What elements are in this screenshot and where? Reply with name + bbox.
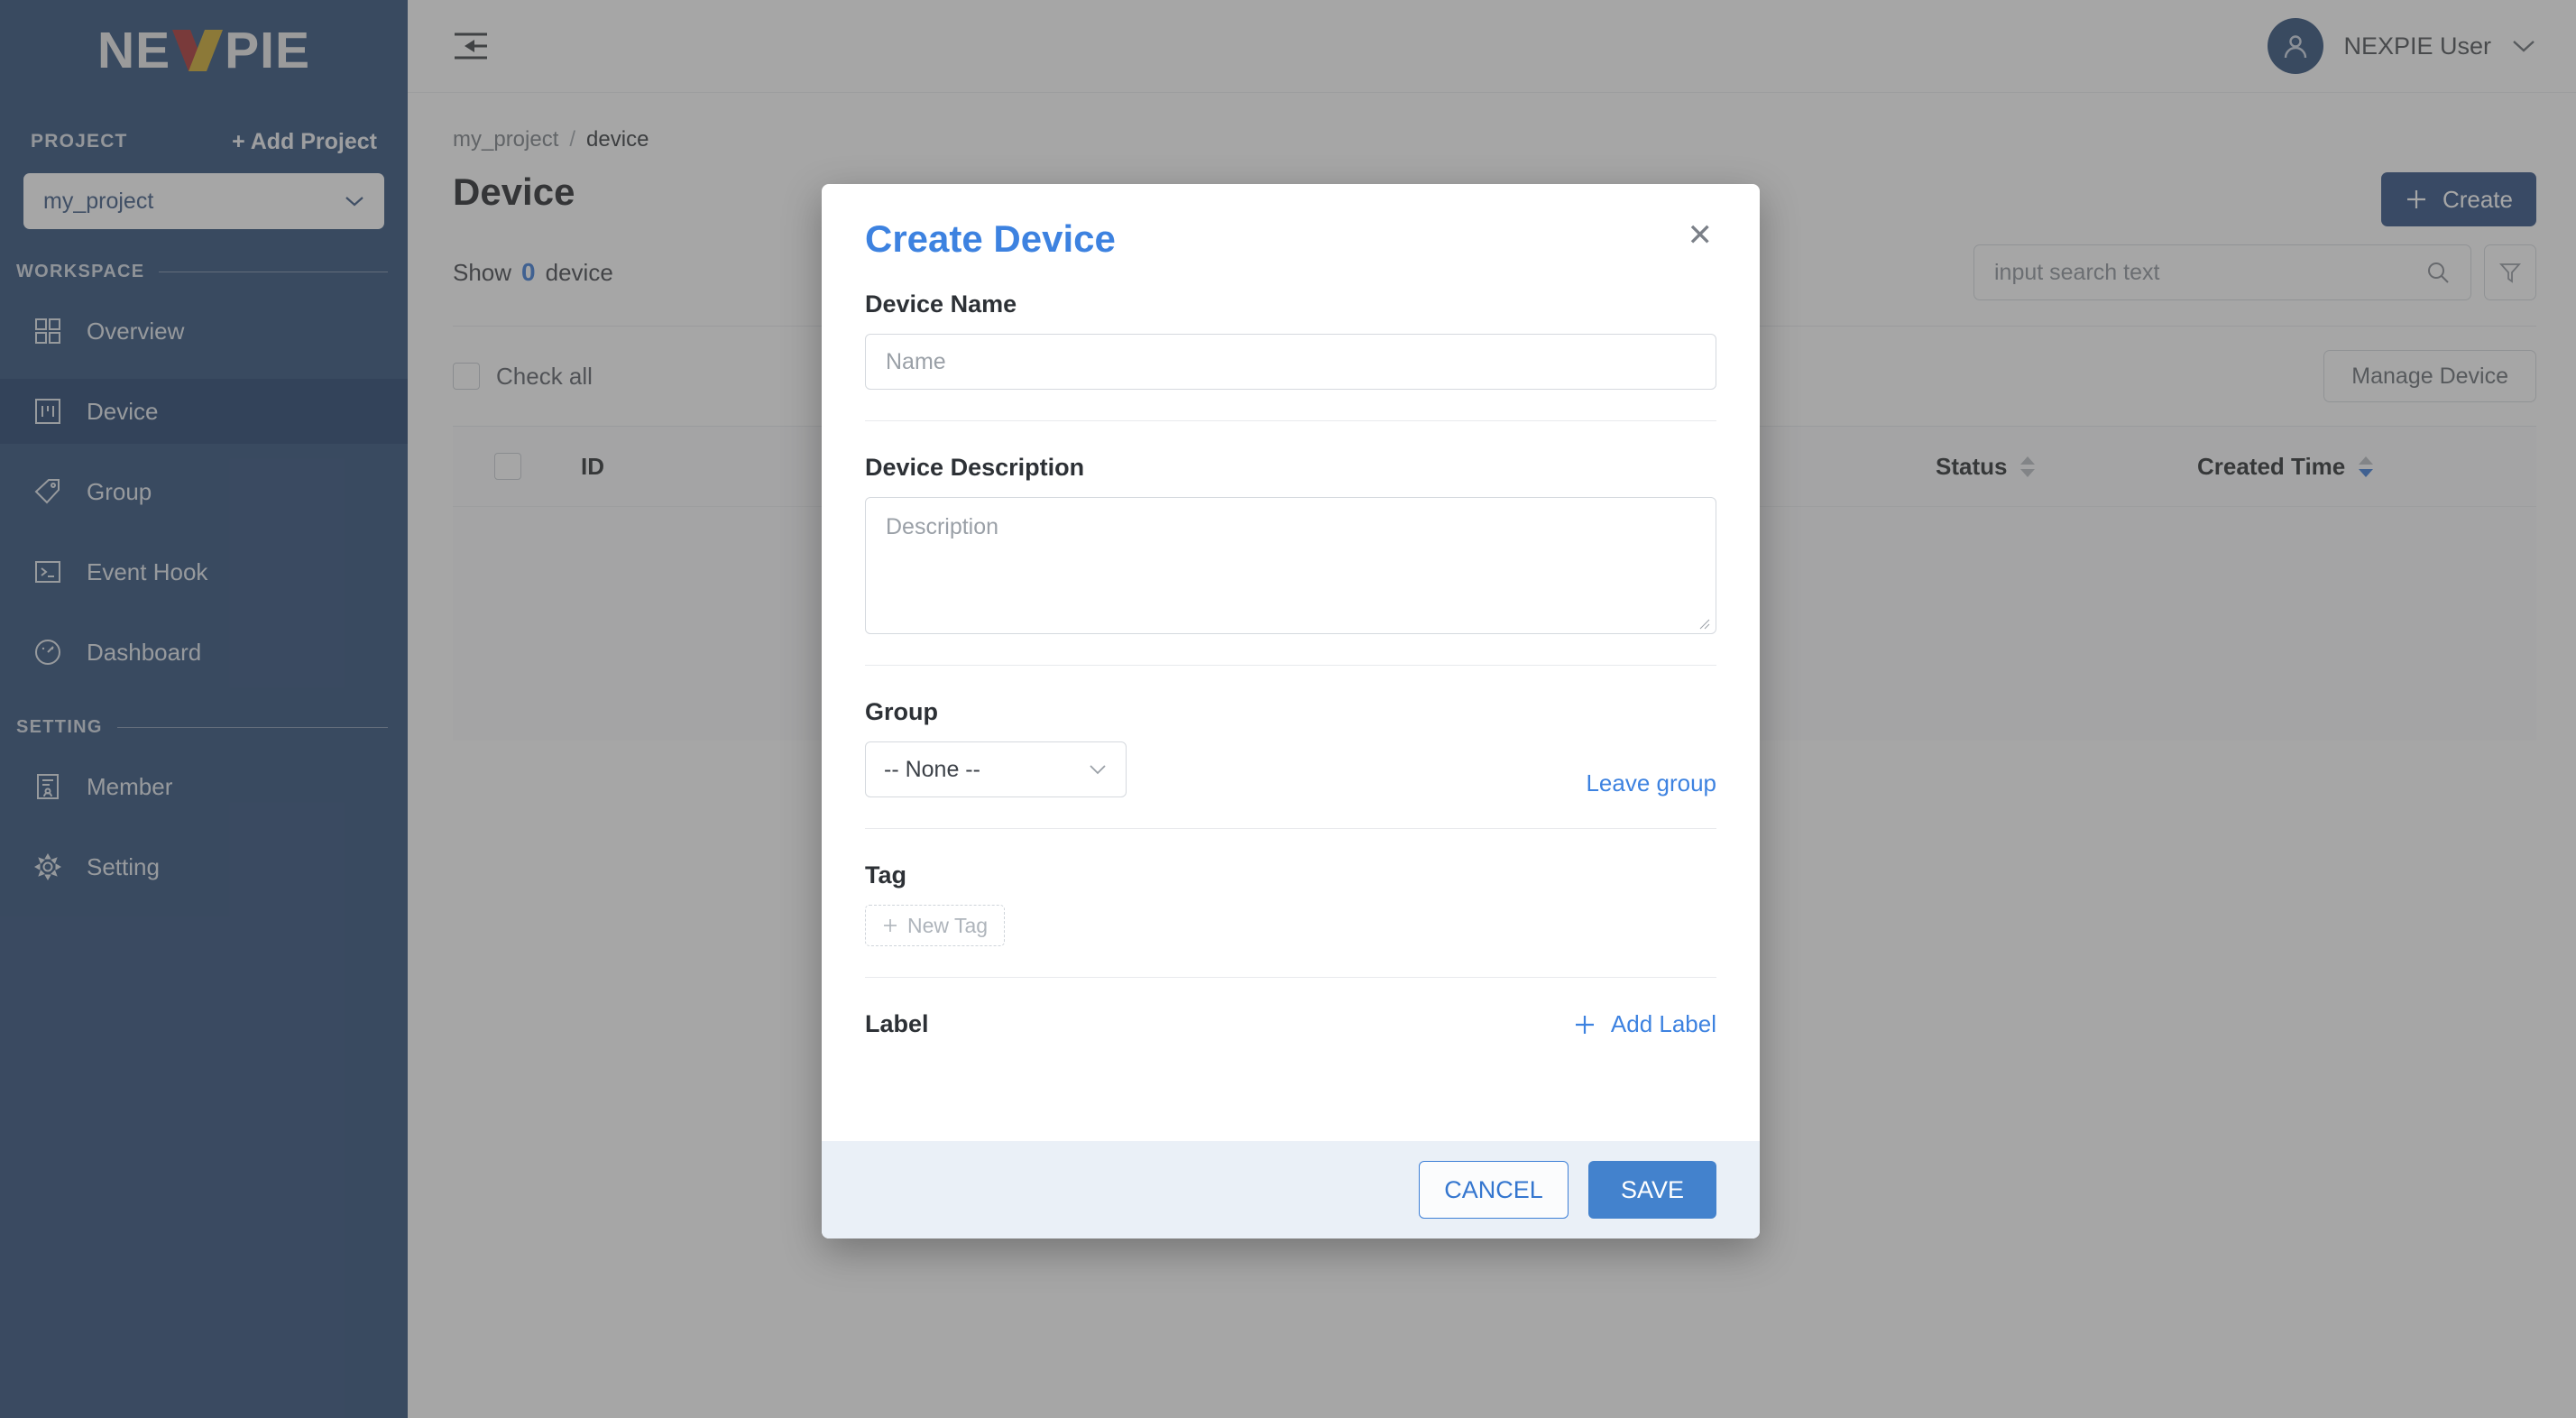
add-label-text: Add Label <box>1610 1010 1716 1037</box>
leave-group-link[interactable]: Leave group <box>1586 769 1716 797</box>
new-tag-button[interactable]: New Tag <box>865 905 1006 946</box>
resize-handle[interactable] <box>1697 617 1710 630</box>
group-select-value: -- None -- <box>884 756 980 782</box>
device-name-label: Device Name <box>865 290 1017 318</box>
app-root: NE PIE PROJECT + Add Project my_project <box>0 0 2576 1418</box>
cancel-button-label: CANCEL <box>1444 1175 1543 1203</box>
label-field: Label Add Label <box>865 978 1716 1038</box>
device-name-input[interactable]: Name <box>865 334 1716 390</box>
dialog-body: Device Name Name Device Description Desc… <box>822 258 1760 1141</box>
group-label: Group <box>865 698 938 725</box>
label-label: Label <box>865 1010 929 1037</box>
device-description-field: Device Description Description <box>865 421 1716 666</box>
new-tag-label: New Tag <box>907 913 989 937</box>
group-select[interactable]: -- None -- <box>865 741 1127 797</box>
save-button-label: SAVE <box>1620 1175 1685 1203</box>
dialog-title: Create Device <box>865 217 1116 260</box>
device-description-placeholder: Description <box>886 514 999 539</box>
chevron-down-icon <box>1090 765 1106 775</box>
device-description-input[interactable]: Description <box>865 497 1716 634</box>
cancel-button[interactable]: CANCEL <box>1419 1161 1569 1219</box>
dialog-footer: CANCEL SAVE <box>822 1141 1760 1238</box>
tag-label: Tag <box>865 861 906 889</box>
save-button[interactable]: SAVE <box>1588 1161 1716 1219</box>
device-name-field: Device Name Name <box>865 258 1716 421</box>
create-device-dialog: Create Device ✕ Device Name Name Device … <box>822 184 1760 1238</box>
add-label-button[interactable]: Add Label <box>1573 1010 1716 1038</box>
group-field: Group -- None -- Leave group <box>865 666 1716 829</box>
device-description-label: Device Description <box>865 454 1085 481</box>
device-name-placeholder: Name <box>886 348 946 374</box>
tag-field: Tag New Tag <box>865 829 1716 978</box>
plus-icon <box>1575 1015 1594 1034</box>
close-icon[interactable]: ✕ <box>1684 220 1717 251</box>
dialog-header: Create Device ✕ <box>822 184 1760 258</box>
plus-icon <box>884 919 897 932</box>
